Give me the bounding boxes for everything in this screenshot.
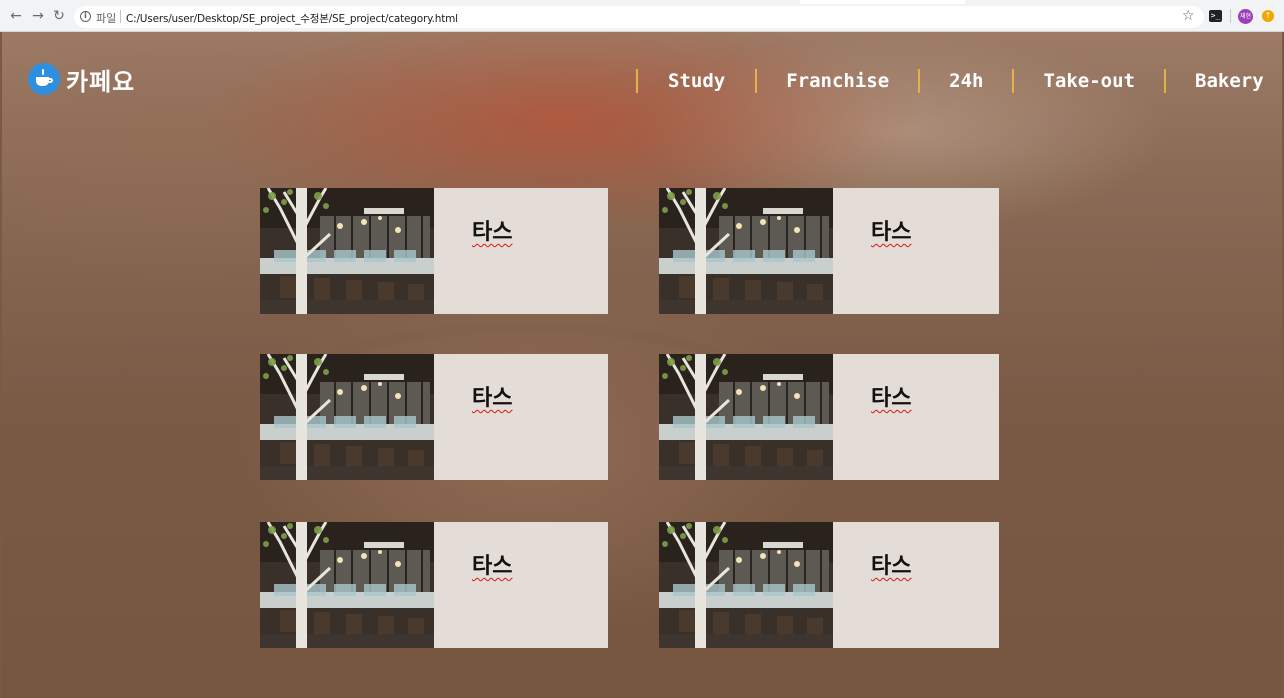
cafe-name: 타스: [871, 386, 912, 411]
category-nav: Study Franchise 24h Take-out Bakery: [636, 68, 1264, 94]
cafe-name: 타스: [472, 554, 513, 579]
nav-divider: [1164, 69, 1166, 93]
forward-icon[interactable]: →: [30, 8, 46, 24]
browser-toolbar: ← → ↻ i 파일 C:/Users/user/Desktop/SE_proj…: [0, 0, 1284, 32]
nav-divider: [636, 69, 638, 93]
cafe-photo: [659, 522, 833, 648]
cafe-name: 타스: [472, 386, 513, 411]
nav-item-franchise[interactable]: Franchise: [755, 68, 918, 94]
nav-link-franchise[interactable]: Franchise: [786, 70, 889, 92]
url-text[interactable]: C:/Users/user/Desktop/SE_project_수정본/SE_…: [126, 11, 458, 26]
nav-item-take-out[interactable]: Take-out: [1012, 68, 1164, 94]
logo-text: 카페요: [66, 67, 136, 96]
cafe-photo: [260, 188, 434, 314]
cafe-name: 타스: [472, 220, 513, 245]
cafe-photo: [659, 188, 833, 314]
nav-link-bakery[interactable]: Bakery: [1195, 70, 1264, 92]
active-tab-edge: [800, 0, 965, 4]
address-separator: [120, 10, 121, 23]
nav-item-study[interactable]: Study: [636, 68, 755, 94]
cafe-name: 타스: [871, 220, 912, 245]
nav-link-24h[interactable]: 24h: [949, 70, 983, 92]
update-icon[interactable]: ↑: [1262, 10, 1274, 22]
reload-icon[interactable]: ↻: [51, 8, 67, 24]
nav-divider: [918, 69, 921, 93]
nav-item-24h[interactable]: 24h: [918, 68, 1012, 94]
back-icon[interactable]: ←: [8, 8, 24, 24]
cafe-card[interactable]: 타스: [260, 354, 608, 480]
info-icon[interactable]: i: [80, 11, 91, 22]
cafe-name: 타스: [871, 554, 912, 579]
nav-item-bakery[interactable]: Bakery: [1164, 68, 1264, 94]
terminal-extension-icon[interactable]: >_: [1209, 10, 1222, 22]
cafe-card[interactable]: 타스: [659, 522, 999, 648]
profile-avatar[interactable]: 재현: [1238, 9, 1253, 24]
site-logo[interactable]: 카페요: [28, 61, 135, 97]
file-scheme-label: 파일: [96, 12, 117, 25]
cafe-photo: [659, 354, 833, 480]
cafe-card[interactable]: 타스: [260, 522, 608, 648]
cafe-card[interactable]: 타스: [659, 354, 999, 480]
cafe-card[interactable]: 타스: [659, 188, 999, 314]
page-background: 카페요 Study Franchise 24h Take-out Bakery …: [2, 32, 1282, 698]
nav-link-study[interactable]: Study: [668, 70, 725, 92]
bookmark-star-icon[interactable]: ☆: [1182, 8, 1195, 24]
coffee-cup-icon: [28, 63, 60, 95]
nav-divider: [755, 69, 758, 93]
nav-link-take-out[interactable]: Take-out: [1043, 70, 1135, 92]
cafe-card[interactable]: 타스: [260, 188, 608, 314]
cafe-photo: [260, 354, 434, 480]
toolbar-separator: [1230, 9, 1231, 23]
cafe-photo: [260, 522, 434, 648]
nav-divider: [1012, 69, 1015, 93]
